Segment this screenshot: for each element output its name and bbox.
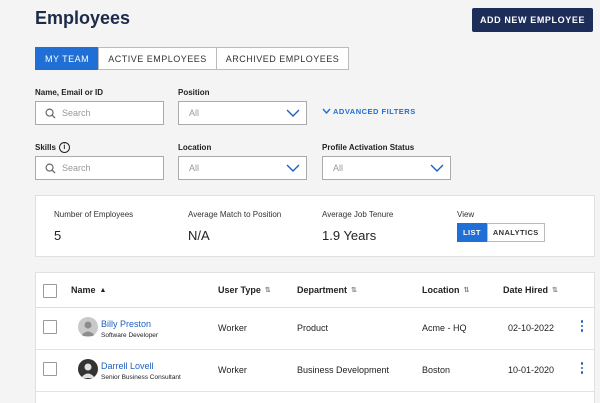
position-select-value: All [189, 108, 200, 118]
profile-status-select-value: All [333, 163, 344, 173]
view-control: View LIST ANALYTICS [457, 210, 545, 242]
stat-num-employees: Number of Employees 5 [54, 210, 133, 243]
department-cell: Business Development [297, 365, 390, 375]
column-header-label: Location [422, 285, 460, 295]
tab-my-team[interactable]: MY TEAM [35, 47, 100, 70]
column-header-name[interactable]: Name ▲ [71, 285, 106, 295]
name-search-placeholder: Search [62, 108, 91, 118]
column-header-location[interactable]: Location ⇅ [422, 285, 469, 295]
more-actions-icon[interactable] [578, 362, 586, 374]
column-header-department[interactable]: Department ⇅ [297, 285, 357, 295]
avatar [78, 317, 98, 337]
employee-name-link[interactable]: Billy Preston [101, 319, 151, 329]
location-select[interactable]: All [178, 156, 307, 180]
table-header: Name ▲ User Type ⇅ Department ⇅ Location… [36, 273, 594, 308]
sort-icon: ⇅ [463, 287, 470, 294]
location-cell: Boston [422, 365, 451, 375]
sort-icon: ⇅ [264, 287, 271, 294]
column-header-user-type[interactable]: User Type ⇅ [218, 285, 271, 295]
location-select-value: All [189, 163, 200, 173]
stat-avg-match: Average Match to Position N/A [188, 210, 281, 243]
profile-status-filter-label: Profile Activation Status [322, 143, 415, 152]
column-header-label: Date Hired [503, 285, 549, 295]
employees-table: Name ▲ User Type ⇅ Department ⇅ Location… [35, 272, 595, 403]
select-all-checkbox[interactable] [43, 284, 57, 298]
sort-icon: ⇅ [552, 287, 558, 294]
avatar [78, 359, 98, 379]
location-cell: Acme - HQ [422, 323, 467, 333]
position-select[interactable]: All [178, 101, 307, 125]
skills-search-input[interactable]: Search [35, 156, 164, 180]
column-header-date-hired[interactable]: Date Hired ⇅ [503, 285, 558, 295]
more-actions-icon[interactable] [578, 320, 586, 332]
stat-label: Average Job Tenure [322, 210, 394, 219]
stat-value: N/A [188, 228, 210, 243]
add-new-employee-button[interactable]: ADD NEW EMPLOYEE [472, 8, 593, 32]
view-label: View [457, 210, 475, 219]
stat-avg-tenure: Average Job Tenure 1.9 Years [322, 210, 393, 243]
stat-value: 5 [54, 228, 62, 243]
column-header-label: Department [297, 285, 348, 295]
employee-name-link[interactable]: Darrell Lovell [101, 361, 154, 371]
user-type-cell: Worker [218, 323, 247, 333]
stat-label: Number of Employees [54, 210, 134, 219]
info-icon[interactable]: i [58, 142, 70, 153]
employee-title: Senior Business Consultant [101, 374, 181, 381]
page-title: Employees [35, 8, 131, 28]
date-hired-cell: 10-01-2020 [508, 365, 555, 375]
skills-search-placeholder: Search [62, 163, 91, 173]
name-search-input[interactable]: Search [35, 101, 164, 125]
advanced-filters-label: ADVANCED FILTERS [333, 107, 416, 116]
sort-icon: ⇅ [351, 287, 357, 294]
view-list-button[interactable]: LIST [457, 223, 487, 242]
position-filter-label: Position [178, 88, 210, 97]
chevron-down-icon [286, 164, 300, 172]
table-row[interactable]: Darrell Lovell Senior Business Consultan… [36, 350, 594, 392]
sort-ascending-icon: ▲ [99, 286, 107, 294]
view-toggle: LIST ANALYTICS [457, 223, 545, 242]
row-checkbox[interactable] [43, 362, 57, 376]
department-cell: Product [297, 323, 329, 333]
employee-title: Software Developer [101, 332, 159, 339]
column-header-label: Name [71, 285, 96, 295]
row-checkbox[interactable] [43, 320, 57, 334]
table-row[interactable]: Billy Preston Software Developer Worker … [36, 308, 594, 350]
chevron-down-icon [430, 164, 444, 172]
profile-status-select[interactable]: All [322, 156, 451, 180]
stats-card: Number of Employees 5 Average Match to P… [35, 195, 595, 257]
date-hired-cell: 02-10-2022 [508, 323, 555, 333]
view-analytics-button[interactable]: ANALYTICS [486, 223, 545, 242]
skills-label-text: Skills [35, 143, 56, 152]
user-type-cell: Worker [218, 365, 247, 375]
stat-value: 1.9 Years [322, 228, 377, 243]
chevron-down-icon [322, 107, 331, 116]
advanced-filters-link[interactable]: ADVANCED FILTERS [322, 107, 416, 116]
stat-label: Average Match to Position [188, 210, 282, 219]
name-filter-label: Name, Email or ID [35, 88, 104, 97]
skills-filter-label: Skills i [35, 142, 70, 153]
column-header-label: User Type [218, 285, 261, 295]
location-filter-label: Location [178, 143, 212, 152]
search-icon [40, 163, 60, 174]
tab-active-employees[interactable]: ACTIVE EMPLOYEES [98, 47, 217, 70]
chevron-down-icon [286, 109, 300, 117]
search-icon [40, 108, 60, 119]
employee-tabs: MY TEAM ACTIVE EMPLOYEES ARCHIVED EMPLOY… [35, 47, 350, 70]
tab-archived-employees[interactable]: ARCHIVED EMPLOYEES [215, 47, 350, 70]
